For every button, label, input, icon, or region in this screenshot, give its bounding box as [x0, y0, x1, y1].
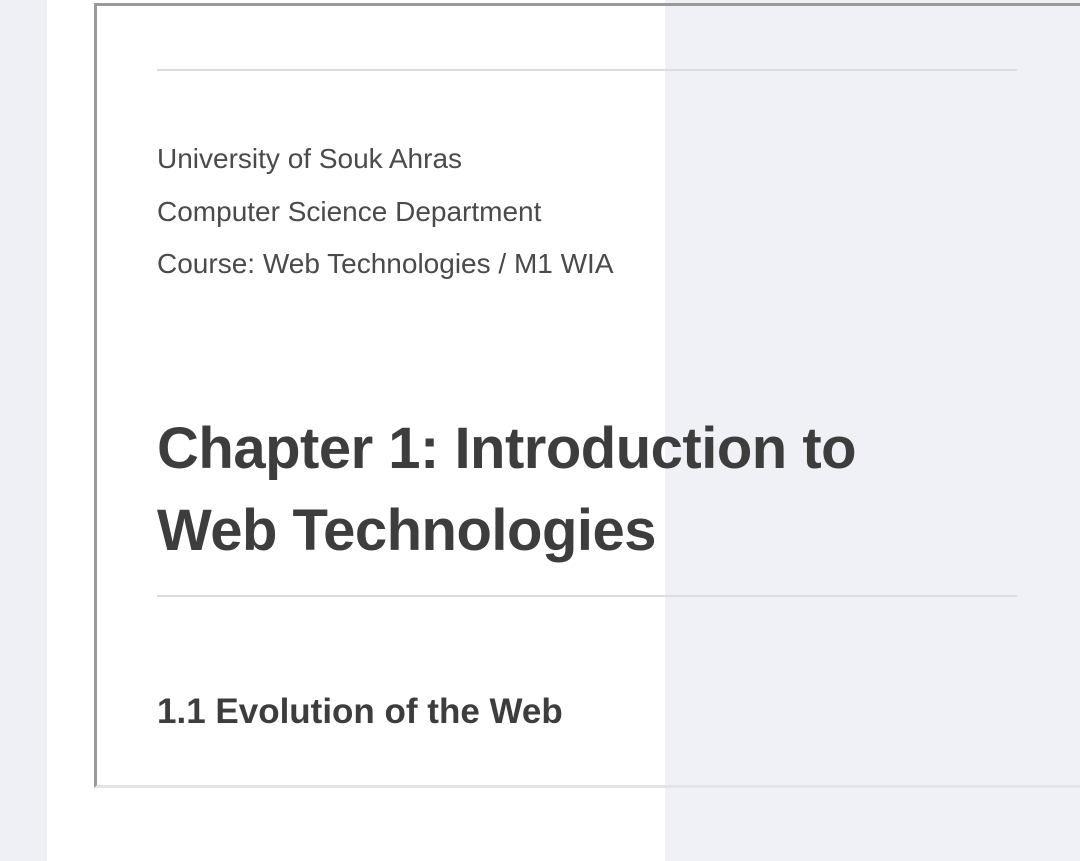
title-divider: [157, 595, 1017, 597]
university-name: University of Souk Ahras: [157, 143, 463, 174]
top-divider: [157, 69, 1017, 71]
chapter-title: Chapter 1: Introduction to Web Technolog…: [157, 408, 957, 572]
section-heading: 1.1 Evolution of the Web: [157, 692, 563, 731]
content-frame: [94, 3, 1080, 788]
chapter-title-line: Web Technologies: [157, 498, 657, 563]
department-name: Computer Science Department: [157, 196, 542, 227]
course-name: Course: Web Technologies / M1 WIA: [157, 248, 614, 279]
left-margin: [0, 0, 47, 861]
chapter-title-line: Chapter 1: Introduction to: [157, 416, 857, 481]
